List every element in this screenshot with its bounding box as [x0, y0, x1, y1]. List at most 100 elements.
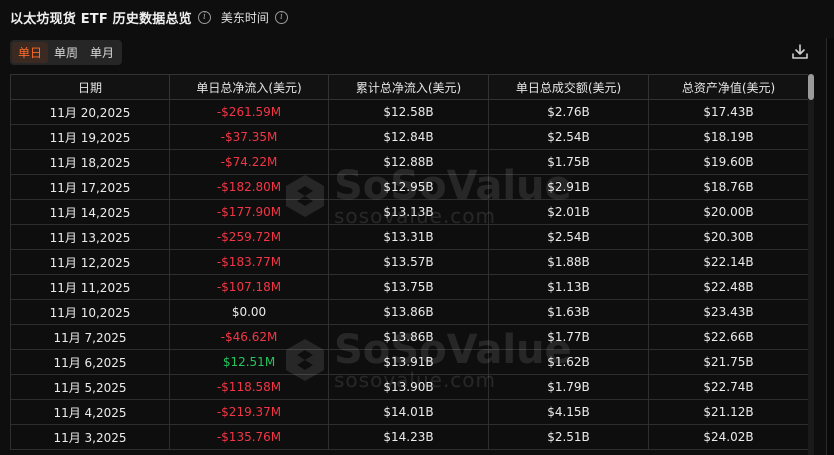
cell-daily-net-inflow: -$37.35M: [169, 124, 329, 150]
cell-cumulative-net-inflow: $13.31B: [328, 224, 489, 250]
cell-date: 11月 12,2025: [10, 249, 170, 275]
cell-date: 11月 20,2025: [10, 99, 170, 125]
cell-cumulative-net-inflow: $12.88B: [328, 149, 489, 175]
cell-daily-net-inflow: -$46.62M: [169, 324, 329, 350]
cell-daily-net-inflow: $12.51M: [169, 349, 329, 375]
cell-net-assets: $22.66B: [648, 324, 808, 350]
table-header-row: 日期 单日总净流入(美元) 累计总净流入(美元) 单日总成交额(美元) 总资产净…: [10, 74, 808, 100]
cell-daily-volume: $2.91B: [488, 174, 649, 200]
cell-daily-volume: $2.51B: [488, 424, 649, 450]
cell-daily-volume: $1.88B: [488, 249, 649, 275]
timezone-label: 美东时间: [220, 10, 269, 25]
cell-daily-volume: $2.54B: [488, 224, 649, 250]
col-header-cumulative-net-inflow[interactable]: 累计总净流入(美元): [328, 74, 489, 100]
period-tabs: 单日 单周 单月: [10, 40, 123, 65]
timezone-info-icon[interactable]: i: [274, 10, 288, 24]
cell-daily-volume: $2.01B: [488, 199, 649, 225]
cell-daily-volume: $1.79B: [488, 374, 649, 400]
cell-cumulative-net-inflow: $13.86B: [328, 299, 489, 325]
table-row[interactable]: 11月 11,2025 -$107.18M $13.75B $1.13B $22.48B: [10, 274, 808, 300]
cell-date: 11月 7,2025: [10, 324, 170, 350]
cell-date: 11月 4,2025: [10, 399, 170, 425]
cell-net-assets: $23.43B: [648, 299, 808, 325]
cell-daily-volume: $2.76B: [488, 99, 649, 125]
scrollbar-thumb[interactable]: [808, 74, 814, 100]
cell-daily-volume: $1.75B: [488, 149, 649, 175]
cell-daily-net-inflow: -$74.22M: [169, 149, 329, 175]
cell-daily-net-inflow: -$182.80M: [169, 174, 329, 200]
info-icon[interactable]: i: [197, 10, 211, 24]
tab-weekly[interactable]: 单周: [48, 42, 84, 63]
cell-date: 11月 6,2025: [10, 349, 170, 375]
cell-daily-net-inflow: -$118.58M: [169, 374, 329, 400]
cell-net-assets: $19.60B: [648, 149, 808, 175]
cell-cumulative-net-inflow: $13.57B: [328, 249, 489, 275]
table-row[interactable]: 11月 14,2025 -$177.90M $13.13B $2.01B $20.00B: [10, 199, 808, 225]
table-body: 11月 20,2025 -$261.59M $12.58B $2.76B $17.43B…: [10, 99, 808, 450]
col-header-daily-volume[interactable]: 单日总成交额(美元): [488, 74, 649, 100]
cell-cumulative-net-inflow: $14.01B: [328, 399, 489, 425]
cell-daily-volume: $2.54B: [488, 124, 649, 150]
cell-daily-volume: $1.13B: [488, 274, 649, 300]
table-row[interactable]: 11月 12,2025 -$183.77M $13.57B $1.88B $22.14B: [10, 249, 808, 275]
table-row[interactable]: 11月 18,2025 -$74.22M $12.88B $1.75B $19.60B: [10, 149, 808, 175]
cell-cumulative-net-inflow: $14.23B: [328, 424, 489, 450]
cell-cumulative-net-inflow: $13.86B: [328, 324, 489, 350]
col-header-net-assets[interactable]: 总资产净值(美元): [648, 74, 808, 100]
download-icon[interactable]: [790, 42, 810, 62]
cell-daily-net-inflow: -$107.18M: [169, 274, 329, 300]
cell-date: 11月 18,2025: [10, 149, 170, 175]
cell-daily-net-inflow: -$219.37M: [169, 399, 329, 425]
header: 以太坊现货 ETF 历史数据总览 i 美东时间 i: [10, 6, 288, 28]
cell-date: 11月 5,2025: [10, 374, 170, 400]
cell-net-assets: $18.19B: [648, 124, 808, 150]
cell-cumulative-net-inflow: $13.13B: [328, 199, 489, 225]
cell-date: 11月 11,2025: [10, 274, 170, 300]
cell-cumulative-net-inflow: $13.91B: [328, 349, 489, 375]
cell-daily-net-inflow: -$135.76M: [169, 424, 329, 450]
cell-net-assets: $22.74B: [648, 374, 808, 400]
cell-daily-volume: $1.63B: [488, 299, 649, 325]
cell-net-assets: $18.76B: [648, 174, 808, 200]
etf-history-table: 日期 单日总净流入(美元) 累计总净流入(美元) 单日总成交额(美元) 总资产净…: [10, 74, 808, 455]
cell-date: 11月 17,2025: [10, 174, 170, 200]
cell-cumulative-net-inflow: $12.58B: [328, 99, 489, 125]
cell-net-assets: $21.12B: [648, 399, 808, 425]
col-header-daily-net-inflow[interactable]: 单日总净流入(美元): [169, 74, 329, 100]
table-row[interactable]: 11月 6,2025 $12.51M $13.91B $1.62B $21.75B: [10, 349, 808, 375]
table-row[interactable]: 11月 17,2025 -$182.80M $12.95B $2.91B $18.76B: [10, 174, 808, 200]
table-row[interactable]: 11月 20,2025 -$261.59M $12.58B $2.76B $17.43B: [10, 99, 808, 125]
page-title: 以太坊现货 ETF 历史数据总览: [10, 11, 192, 27]
cell-date: 11月 14,2025: [10, 199, 170, 225]
cell-daily-volume: $1.62B: [488, 349, 649, 375]
table-row[interactable]: 11月 7,2025 -$46.62M $13.86B $1.77B $22.66B: [10, 324, 808, 350]
cell-daily-volume: $1.77B: [488, 324, 649, 350]
table-row[interactable]: 11月 4,2025 -$219.37M $14.01B $4.15B $21.12B: [10, 399, 808, 425]
cell-net-assets: $20.00B: [648, 199, 808, 225]
cell-daily-net-inflow: -$259.72M: [169, 224, 329, 250]
tab-daily[interactable]: 单日: [12, 42, 49, 63]
table-row[interactable]: 11月 10,2025 $0.00 $13.86B $1.63B $23.43B: [10, 299, 808, 325]
table-row[interactable]: 11月 3,2025 -$135.76M $14.23B $2.51B $24.02B: [10, 424, 808, 450]
cell-daily-net-inflow: -$261.59M: [169, 99, 329, 125]
cell-date: 11月 10,2025: [10, 299, 170, 325]
cell-cumulative-net-inflow: $13.75B: [328, 274, 489, 300]
cell-cumulative-net-inflow: $13.90B: [328, 374, 489, 400]
cell-net-assets: $21.75B: [648, 349, 808, 375]
table-row[interactable]: 11月 19,2025 -$37.35M $12.84B $2.54B $18.19B: [10, 124, 808, 150]
table-row[interactable]: 11月 13,2025 -$259.72M $13.31B $2.54B $20.30B: [10, 224, 808, 250]
cell-cumulative-net-inflow: $12.95B: [328, 174, 489, 200]
cell-net-assets: $17.43B: [648, 99, 808, 125]
tab-monthly[interactable]: 单月: [84, 42, 120, 63]
table-scrollbar[interactable]: [808, 74, 814, 455]
cell-date: 11月 13,2025: [10, 224, 170, 250]
table-row[interactable]: 11月 5,2025 -$118.58M $13.90B $1.79B $22.74B: [10, 374, 808, 400]
col-header-date[interactable]: 日期: [10, 74, 170, 100]
cell-date: 11月 3,2025: [10, 424, 170, 450]
right-edge-panel: [826, 38, 834, 455]
cell-daily-net-inflow: $0.00: [169, 299, 329, 325]
cell-net-assets: $22.14B: [648, 249, 808, 275]
cell-date: 11月 19,2025: [10, 124, 170, 150]
cell-daily-net-inflow: -$177.90M: [169, 199, 329, 225]
cell-daily-net-inflow: -$183.77M: [169, 249, 329, 275]
